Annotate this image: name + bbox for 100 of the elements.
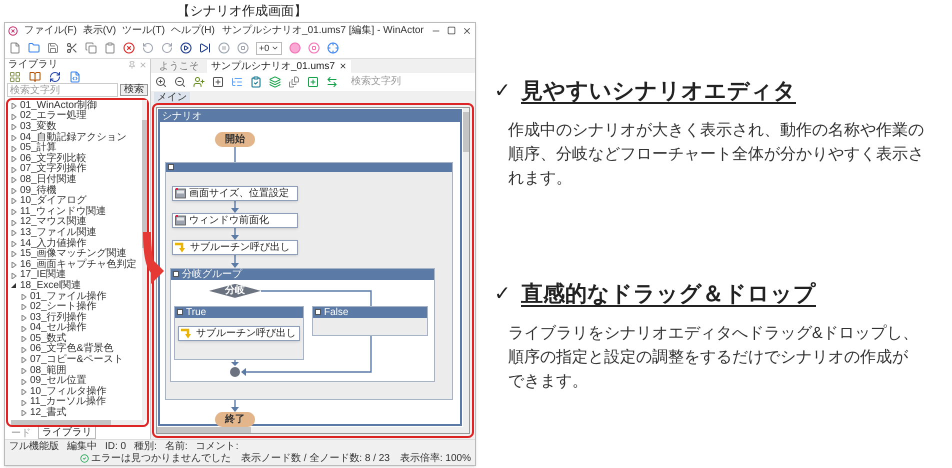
swap-icon[interactable] [326, 76, 338, 88]
tree-item[interactable]: 12_書式 [30, 408, 67, 419]
horizontal-scrollbar[interactable] [11, 420, 144, 426]
expand-caret-icon[interactable] [11, 198, 17, 204]
search-field[interactable]: 検索文字列 [7, 83, 118, 98]
vertical-scrollbar[interactable] [142, 100, 147, 420]
menu-item[interactable]: ヘルプ(H) [170, 23, 215, 38]
tree-item[interactable]: 01_ファイル操作 [30, 292, 107, 302]
cut-icon[interactable] [66, 42, 78, 54]
expand-caret-icon[interactable] [11, 124, 17, 130]
copy-icon[interactable] [85, 42, 97, 54]
menu-item[interactable]: 表示(V) [82, 23, 116, 38]
tree-item[interactable]: 05_計算 [20, 143, 57, 154]
record-icon[interactable] [289, 42, 302, 54]
tree-item[interactable]: 12_マウス関連 [20, 217, 87, 228]
step-icon[interactable] [199, 42, 211, 54]
tree-item[interactable]: 06_文字色&背景色 [30, 344, 114, 356]
check-circle-icon[interactable] [80, 454, 89, 464]
zoom-out-icon[interactable] [174, 76, 186, 88]
grid-icon[interactable] [9, 70, 21, 83]
tree-item[interactable]: 13_ファイル関連 [20, 228, 97, 239]
horizontal-scrollbar[interactable] [157, 427, 469, 434]
expand-caret-icon[interactable] [21, 357, 27, 364]
collapse-icon[interactable] [315, 309, 321, 316]
expand-caret-icon[interactable] [11, 156, 17, 162]
redo-icon[interactable] [161, 42, 173, 54]
action-node[interactable]: ウィンドウ前面化 [172, 212, 298, 228]
undo-icon[interactable] [142, 42, 154, 54]
expand-caret-icon[interactable] [11, 240, 17, 247]
pin-icon[interactable] [128, 60, 136, 69]
editor-tab[interactable]: サンプルシナリオ_01.ums7 [207, 60, 351, 73]
expand-caret-icon[interactable] [21, 294, 27, 300]
expand-caret-icon[interactable] [11, 262, 17, 268]
documents-icon[interactable] [288, 76, 300, 88]
end-node[interactable]: 終了 [215, 412, 255, 427]
expand-caret-icon[interactable] [11, 166, 17, 173]
close-icon[interactable] [462, 26, 472, 36]
tree-item[interactable]: 03_変数 [20, 122, 57, 133]
tree-item[interactable]: 14_入力値操作 [20, 238, 87, 250]
books-icon[interactable] [29, 70, 41, 83]
expand-caret-icon[interactable] [11, 146, 17, 152]
refresh-icon[interactable] [49, 70, 61, 83]
expand-caret-icon[interactable] [11, 272, 17, 279]
tree-item[interactable]: 03_行列操作 [30, 312, 87, 324]
tree-item[interactable]: 10_ダイアログ [20, 196, 87, 207]
expand-caret-icon[interactable] [11, 134, 17, 141]
clipboard-icon[interactable] [250, 76, 262, 88]
collapse-icon[interactable] [173, 271, 179, 278]
expand-caret-icon[interactable] [11, 188, 17, 194]
expand-caret-icon[interactable] [21, 346, 27, 353]
tree-item[interactable]: 18_Excel関連 [20, 280, 82, 292]
tree-item[interactable]: 04_自動記録アクション [20, 132, 127, 144]
user-icon[interactable] [193, 76, 205, 88]
expand-caret-icon[interactable] [21, 378, 27, 385]
expand-caret-icon[interactable] [21, 315, 27, 321]
action-node[interactable]: サブルーチン呼び出し [178, 326, 300, 341]
stop-icon[interactable] [237, 42, 249, 54]
tree-item[interactable]: 01_WinActor制御 [20, 100, 98, 112]
zoom-in-icon[interactable] [155, 76, 167, 88]
plus-square-icon[interactable] [307, 76, 319, 88]
app-logo-icon[interactable] [8, 26, 18, 36]
close-icon[interactable] [338, 62, 347, 70]
vertical-scrollbar[interactable] [463, 108, 469, 428]
start-node[interactable]: 開始 [215, 132, 255, 147]
expand-caret-icon[interactable] [11, 103, 17, 110]
search-button[interactable]: 検索 [120, 84, 148, 96]
expand-caret-icon[interactable] [21, 304, 27, 310]
play-icon[interactable] [180, 42, 192, 54]
tree-item[interactable]: 09_セル位置 [30, 376, 87, 387]
pause-icon[interactable] [218, 42, 230, 54]
tree-item[interactable]: 08_日付関連 [20, 174, 77, 186]
expand-caret-icon[interactable] [21, 336, 27, 342]
expand-caret-icon[interactable] [21, 326, 27, 332]
tree-item[interactable]: 04_セル操作 [30, 323, 87, 334]
layers-icon[interactable] [269, 76, 281, 88]
tree-item[interactable]: 08_範囲 [30, 366, 67, 376]
collapse-caret-icon[interactable] [11, 283, 17, 290]
target-icon[interactable] [327, 42, 340, 54]
action-node[interactable]: 画面サイズ、位置設定 [172, 186, 298, 201]
stop-record-icon[interactable] [308, 42, 320, 54]
tree-item[interactable]: 15_画像マッチング関連 [20, 249, 127, 260]
expand-caret-icon[interactable] [11, 220, 17, 226]
view-tab[interactable]: メイン [154, 92, 190, 103]
collapse-icon[interactable] [177, 309, 183, 316]
paste-icon[interactable] [104, 42, 116, 54]
expand-caret-icon[interactable] [11, 230, 17, 236]
tree-item[interactable]: 07_コピー&ペースト [30, 355, 124, 366]
expand-caret-icon[interactable] [21, 389, 27, 396]
expand-caret-icon[interactable] [21, 410, 27, 416]
expand-caret-icon[interactable] [11, 114, 17, 120]
tree-item[interactable]: 07_文字列操作 [20, 164, 87, 175]
maximize-icon[interactable] [447, 26, 456, 36]
save-icon[interactable] [47, 42, 59, 54]
add-group-icon[interactable] [212, 76, 224, 88]
tree-item[interactable]: 09_待機 [20, 186, 57, 196]
tree-item[interactable]: 17_IE関連 [20, 270, 66, 281]
collapse-icon[interactable] [168, 164, 174, 170]
file-code-icon[interactable] [69, 70, 81, 83]
tree-item[interactable]: 02_シート操作 [30, 302, 97, 313]
expand-caret-icon[interactable] [21, 368, 27, 374]
